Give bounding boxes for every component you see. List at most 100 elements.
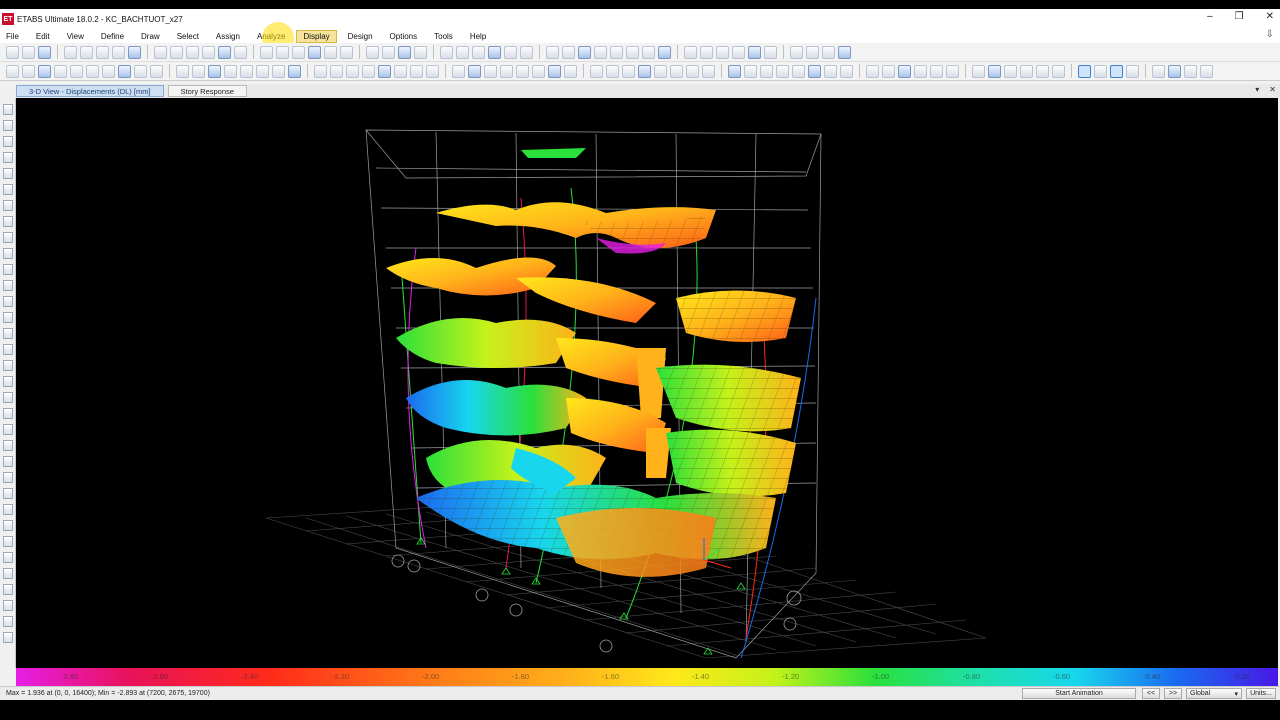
draw-tool-button-icon[interactable] [1168, 64, 1181, 78]
tab-dropdown-icon[interactable]: ▾ [1255, 85, 1259, 94]
draw-tool-button-icon[interactable] [1052, 64, 1065, 78]
draw-tool-icon[interactable] [2, 168, 13, 179]
draw-tool-button-icon[interactable] [22, 64, 35, 78]
main-tool-button-icon[interactable] [562, 45, 575, 59]
main-tool-button-icon[interactable] [748, 45, 761, 59]
draw-tool-button-icon[interactable] [606, 64, 619, 78]
draw-tool-button-icon[interactable] [1184, 64, 1197, 78]
main-tool-button-icon[interactable] [112, 45, 125, 59]
draw-tool-button-icon[interactable] [272, 64, 285, 78]
draw-tool-button-icon[interactable] [760, 64, 773, 78]
draw-tool-icon[interactable] [2, 120, 13, 131]
menu-draw[interactable]: Draw [135, 31, 166, 42]
draw-tool-icon[interactable] [2, 376, 13, 387]
draw-tool-button-icon[interactable] [484, 64, 497, 78]
start-animation-button[interactable]: Start Animation [1022, 688, 1136, 699]
draw-tool-button-icon[interactable] [176, 64, 189, 78]
draw-tool-button-icon[interactable] [134, 64, 147, 78]
maximize-button[interactable]: ❐ [1235, 11, 1244, 22]
main-tool-button-icon[interactable] [732, 45, 745, 59]
menu-help[interactable]: Help [464, 31, 492, 42]
draw-tool-button-icon[interactable] [500, 64, 513, 78]
draw-tool-icon[interactable] [2, 632, 13, 643]
draw-tool-button-icon[interactable] [118, 64, 131, 78]
draw-tool-button-icon[interactable] [394, 64, 407, 78]
download-arrow-icon[interactable]: ⇩ [1266, 29, 1274, 40]
draw-tool-icon[interactable] [2, 280, 13, 291]
draw-tool-button-icon[interactable] [898, 64, 911, 78]
draw-tool-icon[interactable] [2, 136, 13, 147]
draw-tool-button-icon[interactable] [192, 64, 205, 78]
draw-tool-icon[interactable] [2, 440, 13, 451]
main-tool-button-icon[interactable] [202, 45, 215, 59]
draw-tool-icon[interactable] [2, 152, 13, 163]
draw-tool-button-icon[interactable] [330, 64, 343, 78]
draw-tool-button-icon[interactable] [224, 64, 237, 78]
menu-edit[interactable]: Edit [30, 31, 56, 42]
main-tool-button-icon[interactable] [234, 45, 247, 59]
draw-tool-button-icon[interactable] [1126, 64, 1139, 78]
draw-tool-icon[interactable] [2, 344, 13, 355]
draw-tool-button-icon[interactable] [426, 64, 439, 78]
draw-tool-icon[interactable] [2, 264, 13, 275]
draw-tool-button-icon[interactable] [1110, 64, 1123, 78]
draw-tool-icon[interactable] [2, 248, 13, 259]
draw-tool-button-icon[interactable] [840, 64, 853, 78]
draw-tool-icon[interactable] [2, 328, 13, 339]
main-tool-button-icon[interactable] [382, 45, 395, 59]
main-tool-button-icon[interactable] [578, 45, 591, 59]
main-tool-button-icon[interactable] [716, 45, 729, 59]
draw-tool-button-icon[interactable] [410, 64, 423, 78]
main-tool-button-icon[interactable] [700, 45, 713, 59]
main-tool-button-icon[interactable] [488, 45, 501, 59]
draw-tool-button-icon[interactable] [930, 64, 943, 78]
tab-3d-view-displacements[interactable]: 3-D View - Displacements (DL) [mm] [16, 85, 164, 97]
draw-tool-button-icon[interactable] [516, 64, 529, 78]
draw-tool-button-icon[interactable] [86, 64, 99, 78]
main-tool-button-icon[interactable] [414, 45, 427, 59]
draw-tool-button-icon[interactable] [866, 64, 879, 78]
draw-tool-icon[interactable] [2, 408, 13, 419]
draw-tool-button-icon[interactable] [548, 64, 561, 78]
close-view-icon[interactable]: ✕ [1269, 85, 1276, 94]
menu-design[interactable]: Design [342, 31, 379, 42]
draw-tool-button-icon[interactable] [1152, 64, 1165, 78]
main-tool-button-icon[interactable] [80, 45, 93, 59]
draw-tool-button-icon[interactable] [314, 64, 327, 78]
draw-tool-button-icon[interactable] [54, 64, 67, 78]
draw-tool-button-icon[interactable] [378, 64, 391, 78]
draw-tool-icon[interactable] [2, 504, 13, 515]
draw-tool-icon[interactable] [2, 552, 13, 563]
draw-tool-icon[interactable] [2, 584, 13, 595]
model-3d-viewport[interactable] [16, 98, 1278, 668]
draw-tool-button-icon[interactable] [728, 64, 741, 78]
main-tool-button-icon[interactable] [440, 45, 453, 59]
tab-story-response[interactable]: Story Response [167, 85, 247, 97]
draw-tool-button-icon[interactable] [824, 64, 837, 78]
draw-tool-icon[interactable] [2, 104, 13, 115]
coordinate-system-select[interactable]: Global ▾ [1186, 688, 1242, 699]
draw-tool-button-icon[interactable] [70, 64, 83, 78]
draw-tool-icon[interactable] [2, 424, 13, 435]
main-tool-button-icon[interactable] [64, 45, 77, 59]
main-tool-button-icon[interactable] [626, 45, 639, 59]
draw-tool-button-icon[interactable] [946, 64, 959, 78]
draw-tool-icon[interactable] [2, 296, 13, 307]
draw-tool-button-icon[interactable] [622, 64, 635, 78]
draw-tool-button-icon[interactable] [792, 64, 805, 78]
draw-tool-button-icon[interactable] [914, 64, 927, 78]
draw-tool-button-icon[interactable] [208, 64, 221, 78]
draw-tool-icon[interactable] [2, 616, 13, 627]
main-tool-button-icon[interactable] [260, 45, 273, 59]
main-tool-button-icon[interactable] [292, 45, 305, 59]
main-tool-button-icon[interactable] [340, 45, 353, 59]
draw-tool-button-icon[interactable] [452, 64, 465, 78]
draw-tool-icon[interactable] [2, 312, 13, 323]
draw-tool-button-icon[interactable] [776, 64, 789, 78]
draw-tool-button-icon[interactable] [256, 64, 269, 78]
main-tool-button-icon[interactable] [806, 45, 819, 59]
menu-file[interactable]: File [0, 31, 25, 42]
main-tool-button-icon[interactable] [276, 45, 289, 59]
menu-select[interactable]: Select [171, 31, 205, 42]
units-button[interactable]: Units... [1246, 688, 1276, 699]
